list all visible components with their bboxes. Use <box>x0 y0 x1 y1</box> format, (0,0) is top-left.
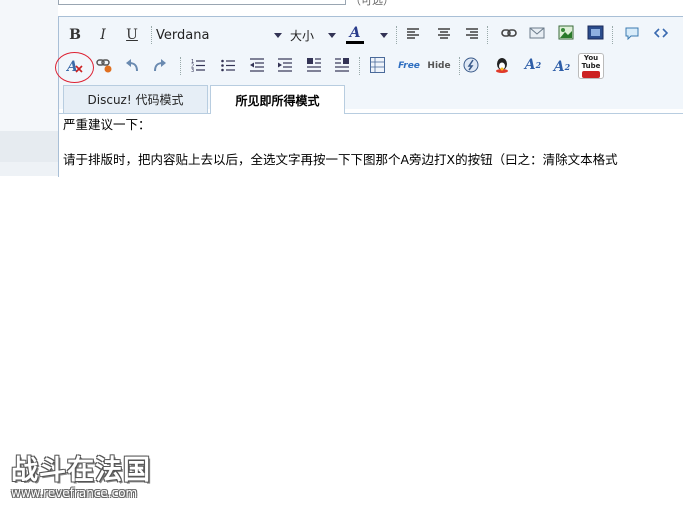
annotation-circle <box>55 52 94 83</box>
outdent-icon[interactable] <box>250 58 264 72</box>
chevron-down-icon <box>328 33 336 38</box>
editor-mode-tabs: Discuz! 代码模式 所见即所得模式 <box>59 85 683 114</box>
italic-button[interactable]: I <box>93 24 113 46</box>
watermark-url: www.revefrance.com <box>11 486 138 500</box>
image-icon[interactable] <box>558 25 574 40</box>
align-center-icon[interactable] <box>437 28 451 40</box>
ordered-list-icon[interactable]: 123 <box>191 58 205 72</box>
font-size-label: 大小 <box>290 28 315 43</box>
svg-text:3: 3 <box>191 68 194 72</box>
font-color-icon: A <box>349 24 361 41</box>
toolbar-separator <box>180 57 182 75</box>
bold-button[interactable]: B <box>65 24 85 46</box>
watermark-title: 战斗在法国 <box>11 455 151 486</box>
youtube-icon: You Tube <box>581 54 601 70</box>
subscript-icon: A <box>553 59 565 75</box>
font-size-select[interactable]: 大小 <box>290 24 340 46</box>
link-icon[interactable] <box>501 29 517 38</box>
font-family-select[interactable]: Verdana <box>156 24 284 46</box>
tab-discuz-code-mode[interactable]: Discuz! 代码模式 <box>63 85 208 113</box>
code-icon[interactable] <box>654 28 668 38</box>
youtube-logo-mark <box>582 71 600 78</box>
free-button[interactable]: Free <box>395 55 423 77</box>
left-panel-band <box>0 131 58 162</box>
tab-wysiwyg-mode[interactable]: 所见即所得模式 <box>210 85 345 114</box>
email-icon[interactable] <box>529 26 545 40</box>
align-right-icon[interactable] <box>465 28 479 40</box>
subscript-button[interactable]: A2 <box>552 56 572 78</box>
editor-content[interactable]: 严重建议一下： 请于排版时，把内容贴上去以后，全选文字再按一下下图那个A旁边打X… <box>63 116 683 169</box>
unordered-list-icon[interactable] <box>221 58 235 72</box>
chevron-down-icon[interactable] <box>380 33 388 38</box>
content-line-1: 严重建议一下： <box>63 117 151 132</box>
content-line-2: 请于排版时，把内容贴上去以后，全选文字再按一下下图那个A旁边打X的按钮（曰之：清… <box>63 152 618 167</box>
rich-text-editor[interactable]: B I U Verdana 大小 A A 1 2 3 Free Hide A 2… <box>55 16 683 177</box>
underline-button[interactable]: U <box>122 24 142 46</box>
toolbar-separator <box>359 57 361 75</box>
media-icon[interactable] <box>587 25 604 40</box>
toolbar-separator <box>151 26 153 44</box>
toolbar-separator <box>459 57 461 75</box>
optional-hint: （可选） <box>350 0 394 7</box>
font-family-value: Verdana <box>156 27 210 43</box>
left-panel-band-lower <box>0 162 58 176</box>
watermark: 战斗在法国 www.revefrance.com <box>11 455 151 501</box>
undo-icon[interactable] <box>125 59 139 72</box>
qq-icon[interactable] <box>494 57 510 73</box>
font-color-swatch <box>346 40 364 44</box>
float-left-icon[interactable] <box>307 58 321 72</box>
font-color-button[interactable]: A <box>344 22 366 46</box>
left-panel <box>0 0 58 176</box>
hide-button[interactable]: Hide <box>425 55 453 77</box>
indent-icon[interactable] <box>278 58 292 72</box>
subject-input[interactable] <box>58 0 346 5</box>
redo-icon[interactable] <box>153 59 167 72</box>
float-right-icon[interactable] <box>335 58 349 72</box>
superscript-icon: A <box>524 57 536 73</box>
flash-icon[interactable] <box>463 57 479 73</box>
quote-icon[interactable] <box>624 26 640 40</box>
table-icon[interactable] <box>370 57 385 73</box>
toolbar-separator <box>396 26 398 44</box>
unlink-icon[interactable] <box>96 58 113 73</box>
toolbar-separator <box>487 26 489 44</box>
toolbar-separator <box>612 26 614 44</box>
youtube-button[interactable]: You Tube <box>578 53 604 79</box>
align-left-icon[interactable] <box>406 28 420 40</box>
superscript-button[interactable]: A2 <box>523 54 543 76</box>
chevron-down-icon <box>274 33 282 38</box>
